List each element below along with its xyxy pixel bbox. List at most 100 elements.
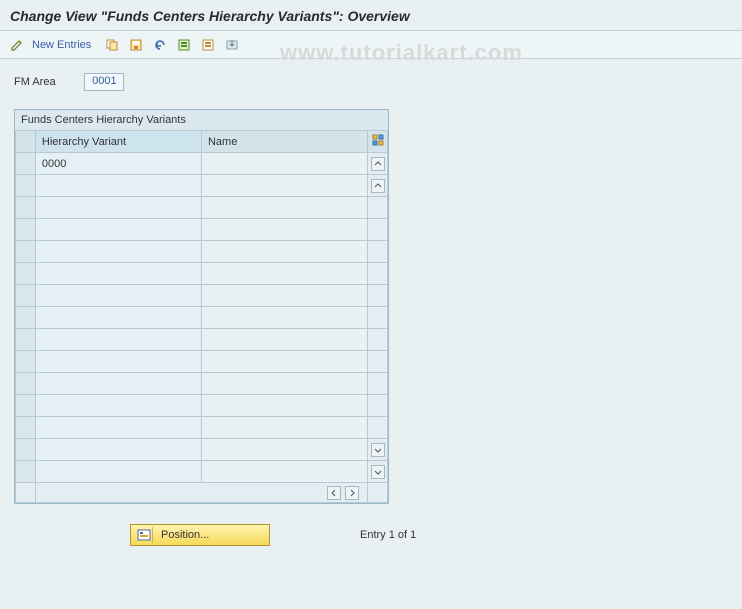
fm-area-field[interactable]: 0001 [84, 73, 124, 91]
save-icon[interactable] [127, 36, 145, 54]
change-icon[interactable] [8, 36, 26, 54]
table-row: 0000 [16, 153, 388, 175]
cell-name[interactable] [201, 395, 367, 417]
cell-hierarchy-variant[interactable] [35, 351, 201, 373]
scroll-up-icon[interactable] [371, 157, 385, 171]
position-button-label: Position... [161, 529, 209, 541]
panel-caption: Funds Centers Hierarchy Variants [15, 110, 388, 130]
table-row [16, 241, 388, 263]
footer-bar: Position... Entry 1 of 1 [0, 504, 742, 546]
page-title: Change View "Funds Centers Hierarchy Var… [0, 0, 742, 31]
deselect-all-icon[interactable] [199, 36, 217, 54]
cell-name[interactable] [201, 439, 367, 461]
cell-name[interactable] [201, 351, 367, 373]
row-selector[interactable] [16, 219, 36, 241]
cell-hierarchy-variant[interactable] [35, 241, 201, 263]
row-selector[interactable] [16, 329, 36, 351]
cell-hierarchy-variant[interactable] [35, 461, 201, 483]
variants-panel: Funds Centers Hierarchy Variants Hierarc… [14, 109, 389, 504]
cell-hierarchy-variant[interactable] [35, 175, 201, 197]
scroll-track [368, 329, 388, 351]
row-selector[interactable] [16, 197, 36, 219]
select-all-column-header[interactable] [16, 131, 36, 153]
position-icon [135, 527, 153, 543]
cell-hierarchy-variant[interactable] [35, 439, 201, 461]
row-selector[interactable] [16, 285, 36, 307]
fm-area-row: FM Area 0001 [0, 59, 742, 109]
toolbar: New Entries [0, 31, 742, 59]
cell-name[interactable] [201, 241, 367, 263]
cell-name[interactable] [201, 373, 367, 395]
cell-name[interactable] [201, 417, 367, 439]
variants-table: Hierarchy Variant Name 0000 [15, 130, 388, 503]
table-row [16, 285, 388, 307]
table-row [16, 373, 388, 395]
scroll-track [368, 307, 388, 329]
cell-hierarchy-variant[interactable] [35, 329, 201, 351]
scroll-track [368, 241, 388, 263]
cell-hierarchy-variant[interactable] [35, 395, 201, 417]
table-row [16, 395, 388, 417]
table-settings-icon[interactable] [368, 131, 388, 153]
copy-icon[interactable] [103, 36, 121, 54]
cell-hierarchy-variant[interactable] [35, 373, 201, 395]
cell-name[interactable] [201, 307, 367, 329]
cell-name[interactable] [201, 329, 367, 351]
undo-icon[interactable] [151, 36, 169, 54]
row-selector[interactable] [16, 461, 36, 483]
cell-hierarchy-variant[interactable] [35, 197, 201, 219]
scroll-track [368, 263, 388, 285]
cell-name[interactable] [201, 197, 367, 219]
cell-hierarchy-variant[interactable] [35, 417, 201, 439]
scroll-up-icon[interactable] [371, 179, 385, 193]
table-row [16, 329, 388, 351]
cell-name[interactable] [201, 285, 367, 307]
fm-area-label: FM Area [14, 76, 56, 88]
cell-hierarchy-variant[interactable] [35, 219, 201, 241]
import-icon[interactable] [223, 36, 241, 54]
table-row [16, 417, 388, 439]
table-row [16, 461, 388, 483]
scroll-track [368, 395, 388, 417]
cell-name[interactable] [201, 461, 367, 483]
cell-hierarchy-variant[interactable]: 0000 [35, 153, 201, 175]
cell-name[interactable] [201, 219, 367, 241]
scroll-down-icon[interactable] [371, 443, 385, 457]
table-row [16, 197, 388, 219]
cell-name[interactable] [201, 263, 367, 285]
row-selector[interactable] [16, 307, 36, 329]
scroll-track [368, 373, 388, 395]
scroll-track [368, 285, 388, 307]
cell-hierarchy-variant[interactable] [35, 285, 201, 307]
new-entries-button[interactable]: New Entries [32, 39, 97, 51]
scroll-track [368, 417, 388, 439]
col-name[interactable]: Name [201, 131, 367, 153]
row-selector[interactable] [16, 395, 36, 417]
row-selector[interactable] [16, 351, 36, 373]
scroll-track [368, 197, 388, 219]
horizontal-scrollbar-row [16, 483, 388, 503]
col-hierarchy-variant[interactable]: Hierarchy Variant [35, 131, 201, 153]
cell-hierarchy-variant[interactable] [35, 263, 201, 285]
cell-name[interactable] [201, 153, 367, 175]
entry-count-label: Entry 1 of 1 [360, 529, 416, 541]
select-all-icon[interactable] [175, 36, 193, 54]
scroll-track [368, 219, 388, 241]
cell-hierarchy-variant[interactable] [35, 307, 201, 329]
row-selector[interactable] [16, 417, 36, 439]
table-row [16, 175, 388, 197]
row-selector[interactable] [16, 175, 36, 197]
row-selector[interactable] [16, 241, 36, 263]
row-selector[interactable] [16, 153, 36, 175]
cell-name[interactable] [201, 175, 367, 197]
scroll-right-icon[interactable] [345, 486, 359, 500]
table-row [16, 307, 388, 329]
table-row [16, 219, 388, 241]
row-selector[interactable] [16, 373, 36, 395]
scroll-down-icon[interactable] [371, 465, 385, 479]
row-selector[interactable] [16, 439, 36, 461]
position-button[interactable]: Position... [130, 524, 270, 546]
row-selector[interactable] [16, 263, 36, 285]
scroll-left-icon[interactable] [327, 486, 341, 500]
table-row [16, 439, 388, 461]
